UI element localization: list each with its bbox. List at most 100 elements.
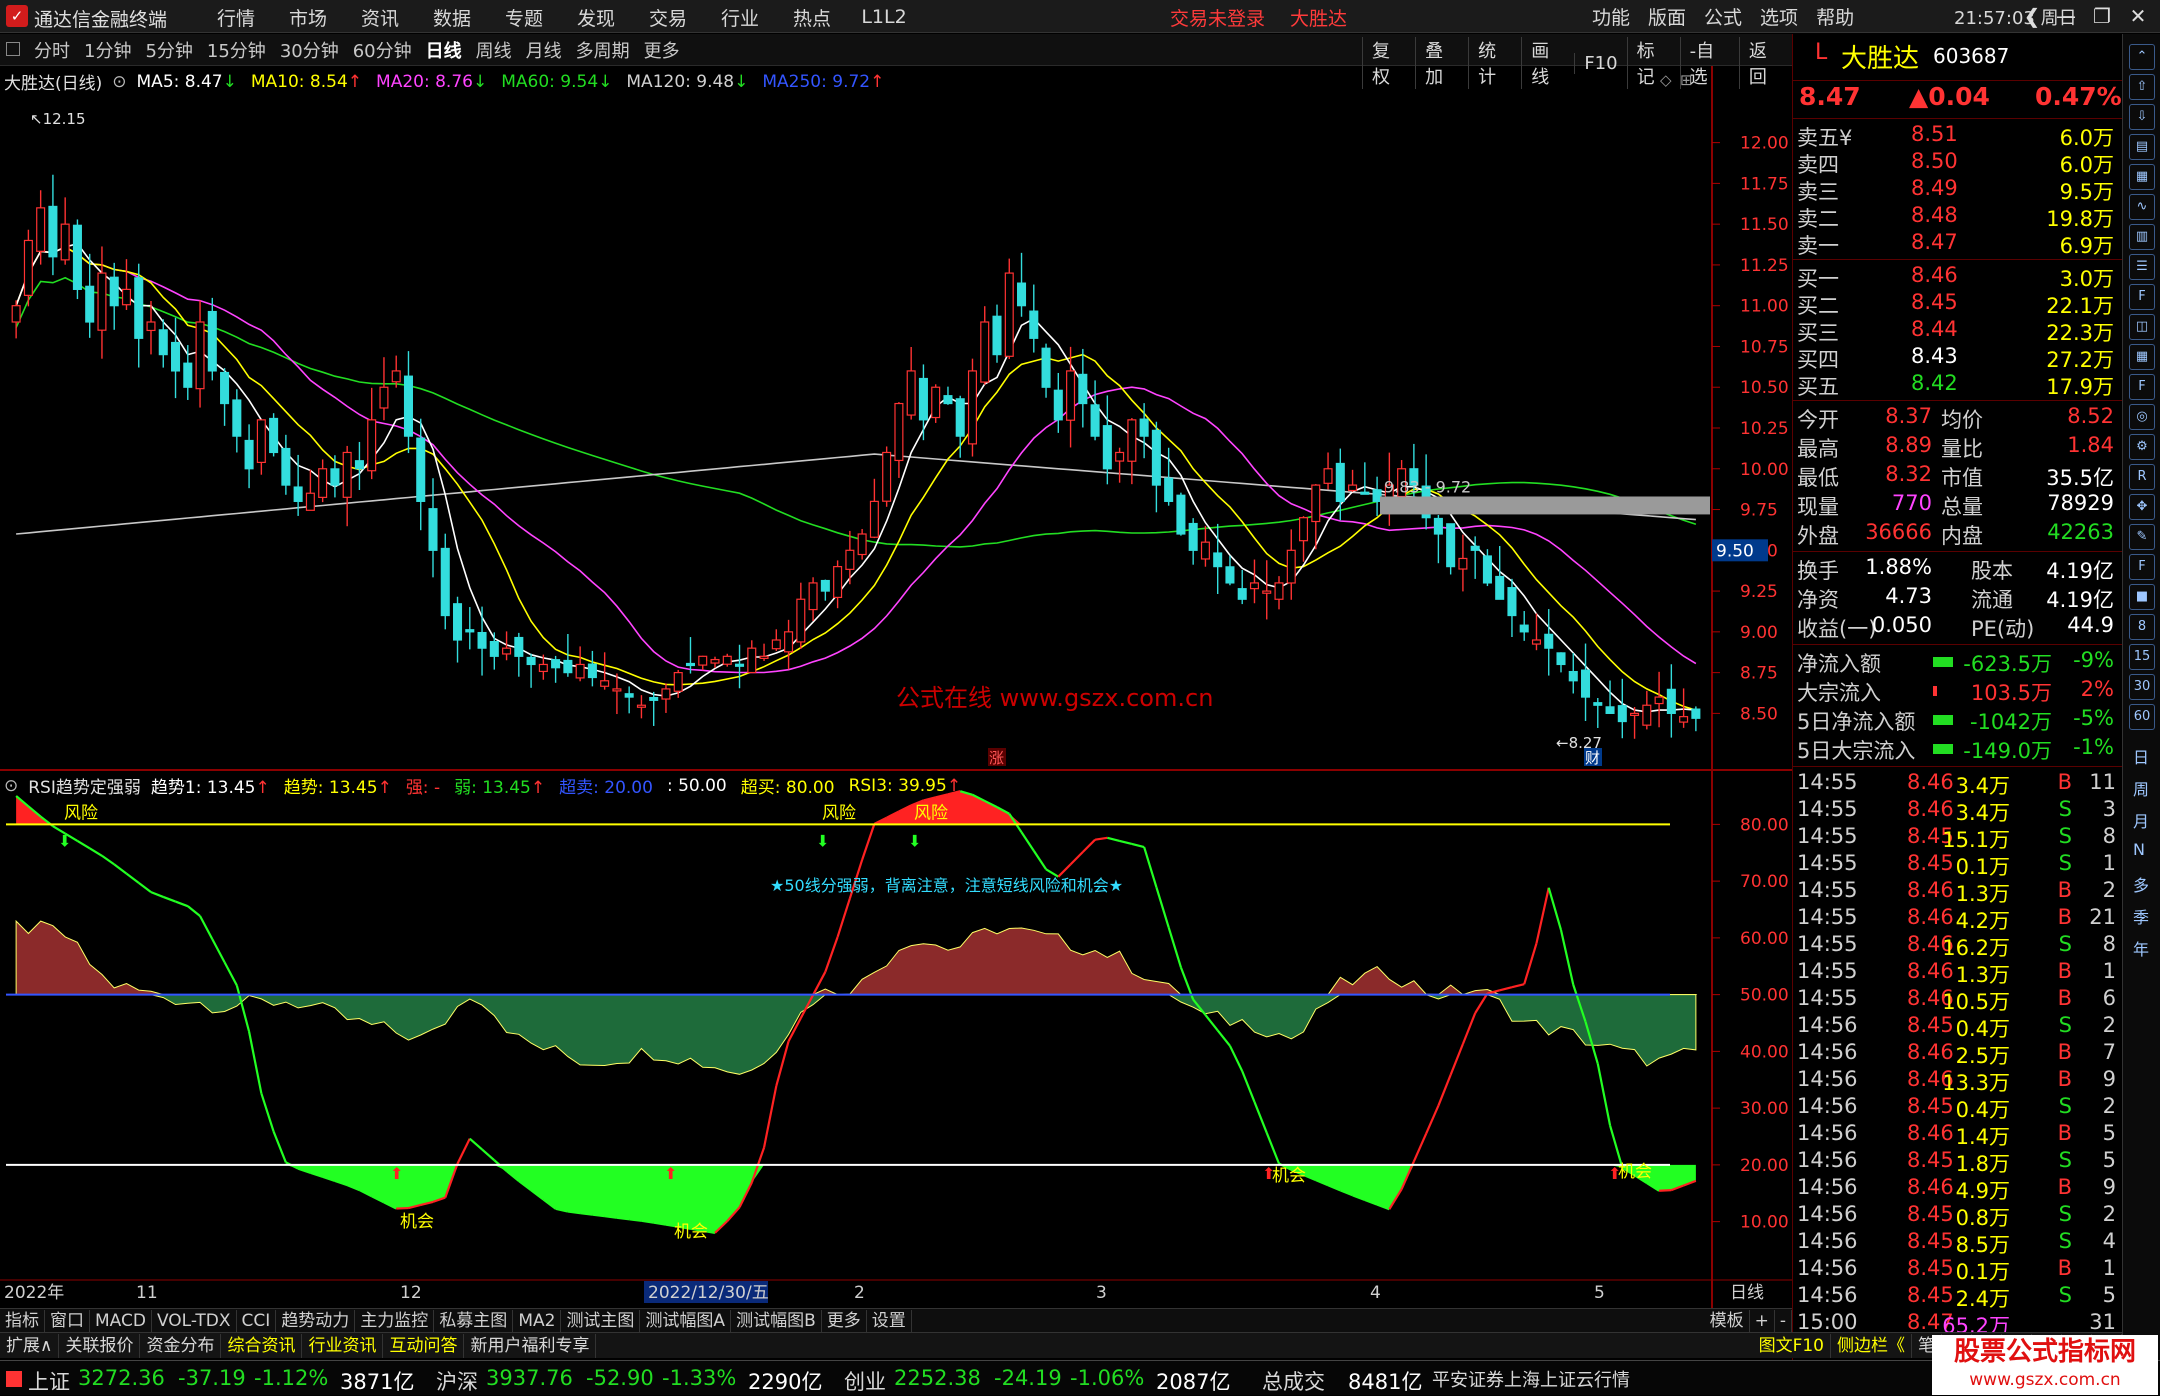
index-name[interactable]: 上证 [28, 1366, 70, 1396]
period-shortcut[interactable]: N [2133, 840, 2145, 859]
period-tab-4[interactable]: 30分钟 [280, 37, 339, 63]
indicator-tab-4[interactable]: CCI [237, 1310, 277, 1332]
tick-time: 14:56 [1797, 1202, 1858, 1226]
indicator-tab-6[interactable]: 主力监控 [355, 1310, 434, 1332]
eight-icon[interactable]: 8 [2129, 614, 2155, 640]
period-tab-6[interactable]: 日线 [426, 37, 462, 63]
side-tab-0[interactable]: 图文F10 [1753, 1334, 1831, 1358]
period-shortcut[interactable]: 周 [2133, 776, 2149, 800]
ext-tab-1[interactable]: 关联报价 [59, 1334, 140, 1358]
period-tab-3[interactable]: 15分钟 [207, 37, 266, 63]
period-shortcut[interactable]: 季 [2133, 904, 2149, 928]
table-icon[interactable]: ▦ [2129, 344, 2155, 370]
stock-name[interactable]: 大胜达 [1841, 38, 1919, 75]
f5-icon[interactable]: F [2129, 554, 2155, 580]
rsi-icon[interactable]: R [2129, 464, 2155, 490]
period-tab-1[interactable]: 1分钟 [84, 37, 131, 63]
candle-chart-icon[interactable]: ▥ [2129, 224, 2155, 250]
move-icon[interactable]: ✥ [2129, 494, 2155, 520]
trade-login-warning[interactable]: 交易未登录 [1170, 4, 1265, 31]
indicator-tab-9[interactable]: 测试主图 [561, 1310, 640, 1332]
ask-volume: 6.9万 [2060, 230, 2114, 260]
index-name[interactable]: 沪深 [436, 1366, 478, 1396]
ext-tab-0[interactable]: 扩展∧ [0, 1334, 59, 1358]
chevron-up-icon[interactable]: ⌃ [2129, 44, 2155, 70]
indicator-tab-11[interactable]: 测试幅图B [731, 1310, 822, 1332]
right-menu-item-3[interactable]: 选项 [1760, 3, 1798, 30]
ext-tab-5[interactable]: 互动问答 [383, 1334, 464, 1358]
chart-area[interactable]: 9.83 - 9.72↖12.15←8.27公式在线 www.gszx.com.… [0, 66, 1792, 1310]
period-tab-0[interactable]: 分时 [34, 37, 70, 63]
list-icon[interactable]: ☰ [2129, 254, 2155, 280]
back-arrow-icon[interactable]: ❮ [2016, 2, 2048, 30]
menu-item-7[interactable]: 行业 [704, 4, 776, 31]
square-icon[interactable]: ■ [2129, 584, 2155, 610]
right-menu-item-2[interactable]: 公式 [1704, 3, 1742, 30]
period-shortcut[interactable]: 日 [2133, 744, 2149, 768]
fifteen-icon[interactable]: 15 [2129, 644, 2155, 670]
settings-circle-icon[interactable]: ⊙ [112, 72, 126, 92]
ext-tab-4[interactable]: 行业资讯 [302, 1334, 383, 1358]
period-tab-2[interactable]: 5分钟 [145, 37, 192, 63]
close-icon[interactable]: ✕ [2122, 2, 2154, 30]
menu-item-4[interactable]: 专题 [488, 4, 560, 31]
menu-item-9[interactable]: L1L2 [848, 6, 920, 28]
period-shortcut[interactable]: 多 [2133, 872, 2149, 896]
period-tab-8[interactable]: 月线 [526, 37, 562, 63]
gear-icon[interactable]: ⚙ [2129, 434, 2155, 460]
period-shortcut[interactable]: 月 [2133, 808, 2149, 832]
right-menu-item-4[interactable]: 帮助 [1816, 3, 1854, 30]
trade-stock-name[interactable]: 大胜达 [1290, 4, 1347, 31]
f10-icon[interactable]: F [2129, 284, 2155, 310]
right-menu-item-0[interactable]: 功能 [1592, 3, 1630, 30]
period-tab-7[interactable]: 周线 [476, 37, 512, 63]
period-tab-10[interactable]: 更多 [644, 37, 680, 63]
layers-icon[interactable]: ◫ [2129, 314, 2155, 340]
menu-item-3[interactable]: 数据 [416, 4, 488, 31]
indicator-tab-3[interactable]: VOL-TDX [152, 1310, 237, 1332]
settings-icon[interactable]: ◎ [2129, 404, 2155, 430]
minimize-icon[interactable]: — [2050, 2, 2082, 30]
side-tab-1[interactable]: 侧边栏《 [1831, 1334, 1912, 1358]
right-menu-item-1[interactable]: 版面 [1648, 3, 1686, 30]
period-shortcut[interactable]: 年 [2133, 936, 2149, 960]
indicator-tab-2[interactable]: MACD [90, 1310, 152, 1332]
thirty-icon[interactable]: 30 [2129, 674, 2155, 700]
indicator-tab-13[interactable]: 设置 [867, 1310, 912, 1332]
menu-item-8[interactable]: 热点 [776, 4, 848, 31]
ext-tab-2[interactable]: 资金分布 [140, 1334, 221, 1358]
menu-item-1[interactable]: 市场 [272, 4, 344, 31]
indicator-tab-12[interactable]: 更多 [822, 1310, 867, 1332]
menu-item-0[interactable]: 行情 [200, 4, 272, 31]
expand-icon[interactable]: ⊞ [1680, 71, 1693, 89]
settings-circle-icon[interactable]: ⊙ [4, 776, 18, 796]
template-tab-2[interactable]: - [1775, 1310, 1792, 1332]
grid-icon[interactable]: ▦ [2129, 164, 2155, 190]
indicator-tab-10[interactable]: 测试幅图A [640, 1310, 731, 1332]
menu-item-5[interactable]: 发现 [560, 4, 632, 31]
indicator-tab-5[interactable]: 趋势动力 [276, 1310, 355, 1332]
period-tab-5[interactable]: 60分钟 [353, 37, 412, 63]
template-tab-1[interactable]: + [1750, 1310, 1775, 1332]
fs-icon[interactable]: F [2129, 374, 2155, 400]
indicator-tab-0[interactable]: 指标 [0, 1310, 45, 1332]
ext-tab-6[interactable]: 新用户福利专享 [464, 1334, 596, 1358]
arrow-down-icon[interactable]: ⇩ [2129, 104, 2155, 130]
indicator-tab-1[interactable]: 窗口 [45, 1310, 90, 1332]
doc-icon[interactable]: ▤ [2129, 134, 2155, 160]
line-chart-icon[interactable]: ∿ [2129, 194, 2155, 220]
restore-icon[interactable]: ❐ [2086, 2, 2118, 30]
panel-toggle-icon[interactable] [6, 42, 20, 56]
diamond-icon[interactable]: ◇ [1660, 71, 1672, 89]
pen-icon[interactable]: ✎ [2129, 524, 2155, 550]
menu-item-6[interactable]: 交易 [632, 4, 704, 31]
indicator-tab-7[interactable]: 私募主图 [434, 1310, 513, 1332]
ext-tab-3[interactable]: 综合资讯 [221, 1334, 302, 1358]
template-tab-0[interactable]: 模板 [1705, 1310, 1750, 1332]
arrow-up-icon[interactable]: ⇧ [2129, 74, 2155, 100]
period-tab-9[interactable]: 多周期 [576, 37, 630, 63]
indicator-tab-8[interactable]: MA2 [513, 1310, 561, 1332]
menu-item-2[interactable]: 资讯 [344, 4, 416, 31]
index-name[interactable]: 创业 [844, 1366, 886, 1396]
sixty-icon[interactable]: 60 [2129, 704, 2155, 730]
